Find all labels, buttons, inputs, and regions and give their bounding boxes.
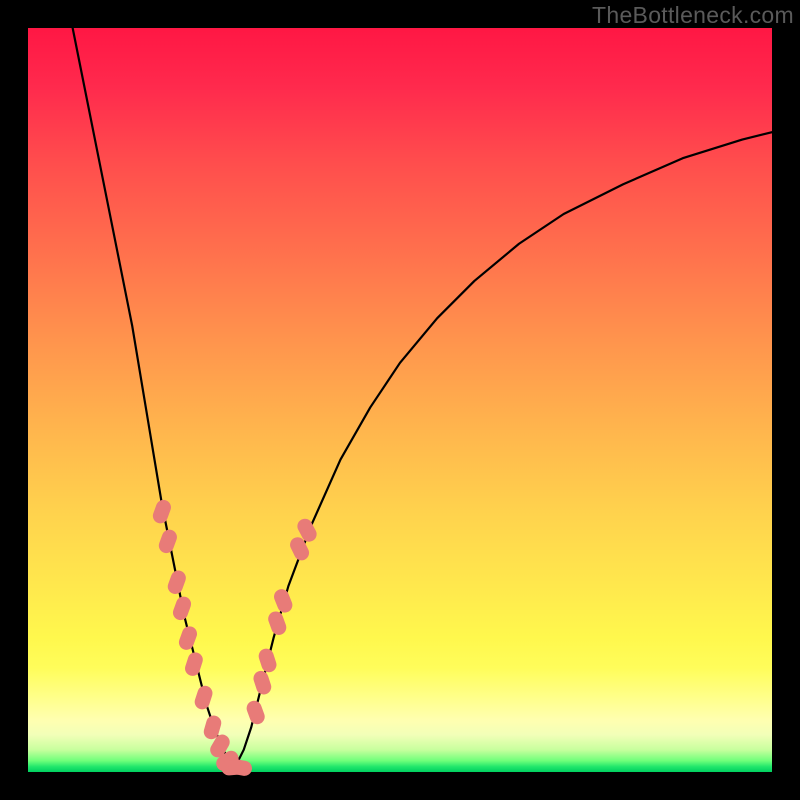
curve-right-curve: [233, 132, 772, 768]
right-beads-0: [245, 699, 267, 727]
curve-left-curve: [73, 28, 233, 768]
chart-root: TheBottleneck.com: [0, 0, 800, 800]
left-beads-3: [171, 594, 193, 622]
left-beads-5: [183, 650, 205, 677]
right-beads-4: [272, 587, 295, 615]
beads-group: [151, 498, 319, 777]
right-beads-2: [257, 647, 279, 674]
chart-overlay: [28, 28, 772, 772]
left-beads-2: [166, 568, 188, 596]
left-beads-1: [157, 528, 179, 556]
curves-group: [73, 28, 772, 768]
left-beads-4: [177, 624, 199, 652]
right-beads-3: [266, 609, 288, 637]
left-beads-6: [193, 684, 215, 711]
left-beads-0: [151, 498, 173, 526]
plot-area: [28, 28, 772, 772]
watermark-text: TheBottleneck.com: [592, 2, 794, 29]
right-beads-1: [252, 669, 274, 696]
